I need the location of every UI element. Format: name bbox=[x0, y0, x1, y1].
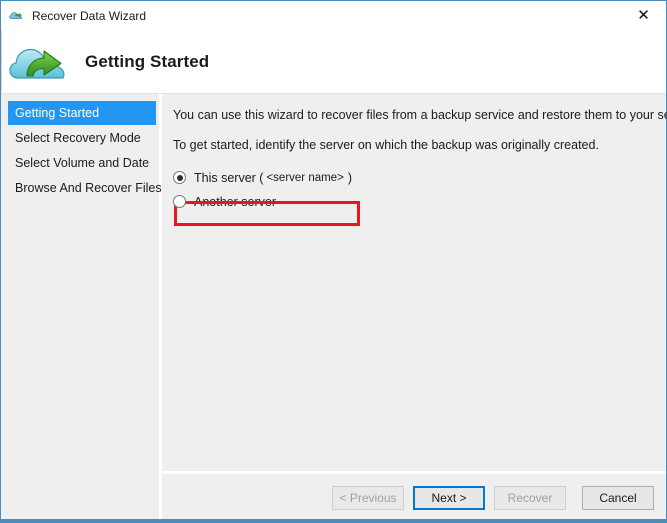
next-button[interactable]: Next > bbox=[413, 486, 485, 510]
window-bottom-accent bbox=[1, 519, 666, 522]
sidebar-item-select-recovery-mode[interactable]: Select Recovery Mode bbox=[1, 126, 159, 150]
radio-indicator-selected bbox=[173, 171, 186, 184]
wizard-content: You can use this wizard to recover files… bbox=[162, 94, 666, 471]
sidebar-item-label: Select Recovery Mode bbox=[15, 131, 141, 145]
page-header: Getting Started bbox=[1, 30, 666, 93]
recover-button[interactable]: Recover bbox=[494, 486, 566, 510]
page-title: Getting Started bbox=[85, 52, 209, 72]
wizard-window: Recover Data Wizard ✕ bbox=[0, 0, 667, 523]
sidebar-item-label: Browse And Recover Files bbox=[15, 181, 162, 195]
sidebar-item-browse-and-recover-files[interactable]: Browse And Recover Files bbox=[1, 176, 159, 200]
intro-paragraph: You can use this wizard to recover files… bbox=[173, 107, 666, 123]
cloud-restore-icon bbox=[9, 39, 65, 85]
radio-indicator-unselected bbox=[173, 195, 186, 208]
sidebar-item-select-volume-and-date[interactable]: Select Volume and Date bbox=[1, 151, 159, 175]
button-bar: < Previous Next > Recover Cancel bbox=[162, 471, 666, 522]
instruction-paragraph: To get started, identify the server on w… bbox=[173, 137, 666, 153]
cloud-icon bbox=[9, 8, 25, 24]
cancel-button[interactable]: Cancel bbox=[582, 486, 654, 510]
wizard-step-list: Getting Started Select Recovery Mode Sel… bbox=[1, 94, 162, 522]
content-column: You can use this wizard to recover files… bbox=[162, 94, 666, 522]
close-icon[interactable]: ✕ bbox=[621, 1, 666, 29]
radio-this-server[interactable]: This server ( <server name> ) bbox=[173, 168, 666, 187]
sidebar-item-getting-started[interactable]: Getting Started bbox=[8, 101, 156, 125]
wizard-body: Getting Started Select Recovery Mode Sel… bbox=[1, 93, 666, 522]
radio-label-suffix: ) bbox=[348, 171, 352, 185]
radio-label: Another server bbox=[194, 195, 276, 209]
server-name-placeholder: <server name> bbox=[263, 172, 347, 184]
header-left-rule bbox=[1, 30, 2, 93]
previous-button[interactable]: < Previous bbox=[332, 486, 404, 510]
sidebar-item-label: Getting Started bbox=[15, 106, 99, 120]
window-title: Recover Data Wizard bbox=[32, 8, 146, 24]
sidebar-item-label: Select Volume and Date bbox=[15, 156, 149, 170]
radio-label-prefix: This server ( bbox=[194, 171, 263, 185]
radio-another-server[interactable]: Another server bbox=[173, 192, 666, 211]
title-bar: Recover Data Wizard ✕ bbox=[1, 1, 666, 30]
close-glyph: ✕ bbox=[637, 8, 650, 23]
server-choice-group: This server ( <server name> ) Another se… bbox=[173, 162, 666, 211]
